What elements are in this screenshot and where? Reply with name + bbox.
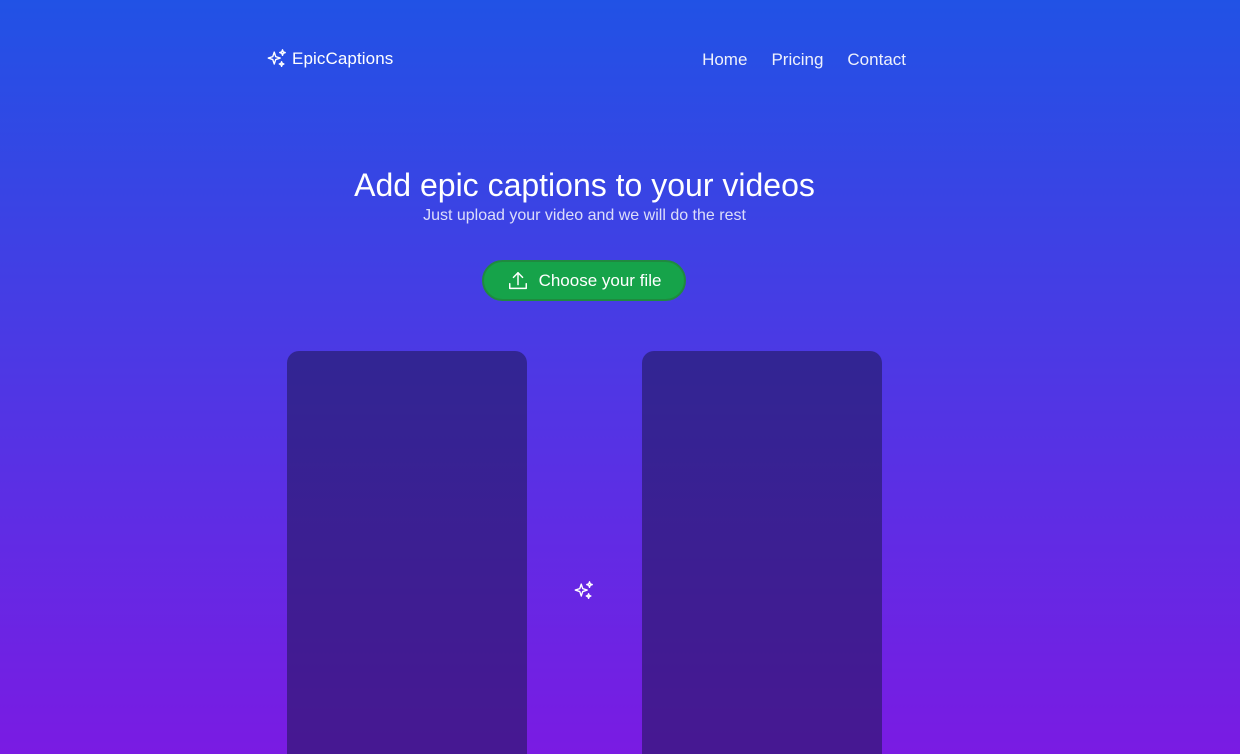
nav-home-link[interactable]: Home	[702, 50, 747, 70]
captioned-video-panel	[642, 351, 882, 754]
main-nav: Home Pricing Contact	[702, 50, 906, 70]
choose-file-button[interactable]: Choose your file	[482, 260, 686, 301]
sparkles-icon	[574, 581, 593, 600]
choose-file-label: Choose your file	[538, 270, 662, 290]
nav-pricing-link[interactable]: Pricing	[771, 50, 823, 70]
original-video-panel	[287, 351, 527, 754]
logo-link[interactable]: EpicCaptions	[266, 48, 393, 70]
sparkles-icon	[267, 49, 286, 68]
site-header: EpicCaptions Home Pricing Contact	[266, 44, 906, 76]
nav-contact-link[interactable]: Contact	[847, 50, 906, 70]
hero-title: Add epic captions to your videos	[354, 167, 815, 203]
upload-icon	[508, 271, 527, 289]
logo-text: EpicCaptions	[292, 49, 394, 68]
hero-subtitle: Just upload your video and we will do th…	[423, 207, 746, 224]
